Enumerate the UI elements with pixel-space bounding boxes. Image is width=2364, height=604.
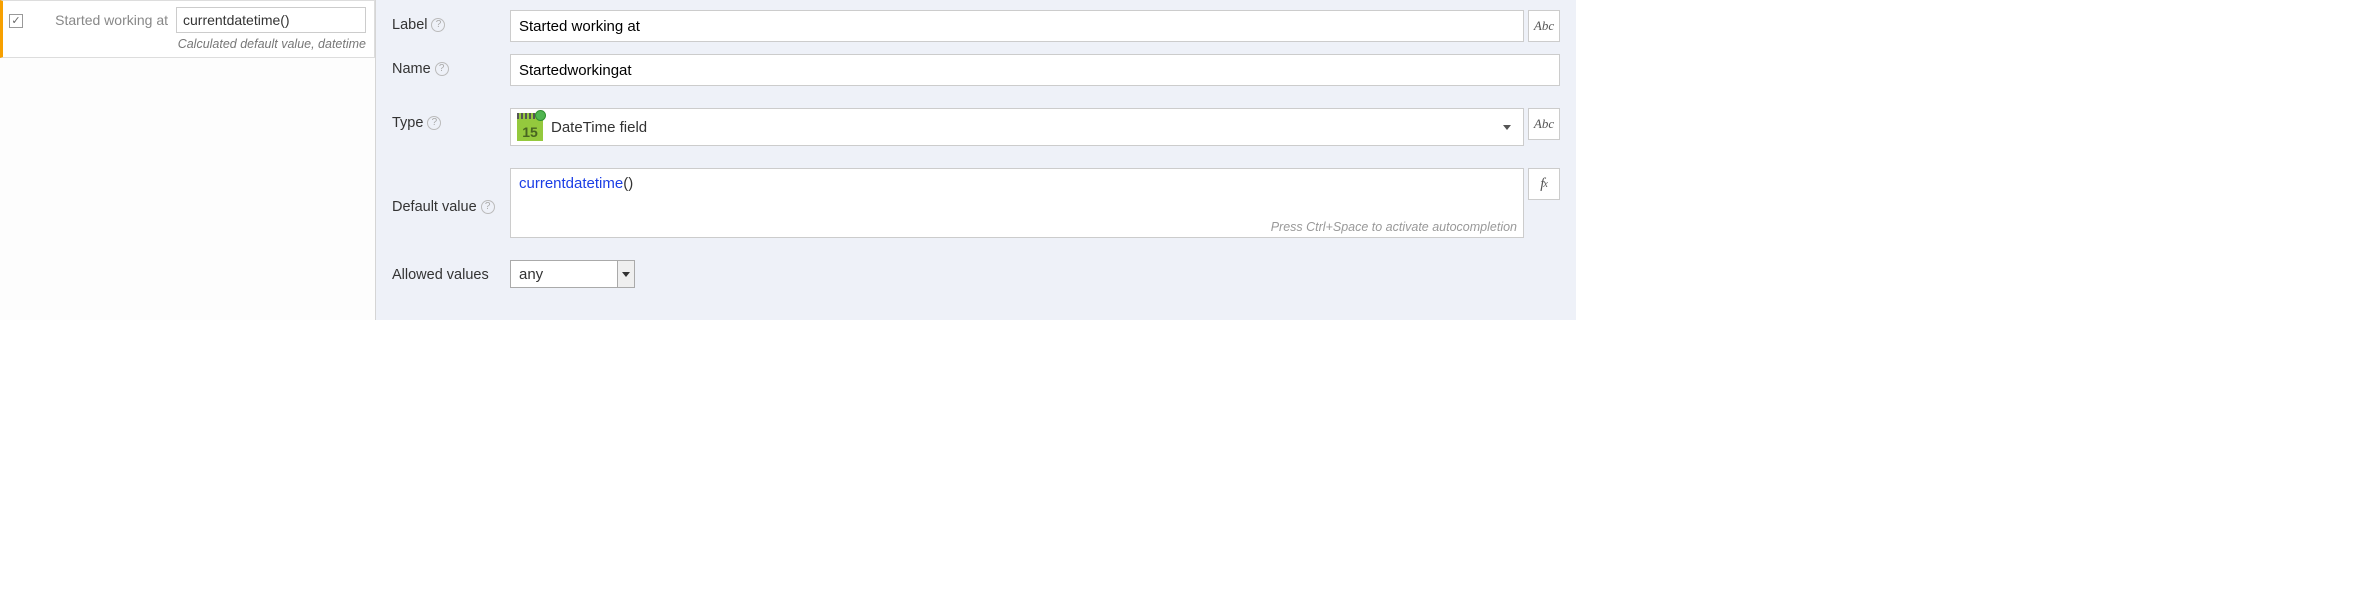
caption-text: Type	[392, 115, 423, 131]
prop-caption-default: Default value ?	[392, 168, 510, 238]
caption-text: Default value	[392, 199, 477, 215]
expression-parens: ()	[623, 175, 633, 192]
name-input[interactable]	[510, 54, 1560, 86]
default-value-editor[interactable]: currentdatetime() Press Ctrl+Space to ac…	[510, 168, 1524, 238]
chevron-down-icon	[617, 261, 634, 287]
label-input-wrap: Abc	[510, 10, 1560, 42]
caption-text: Label	[392, 17, 427, 33]
left-panel: Started working at currentdatetime() Cal…	[0, 0, 375, 320]
help-icon[interactable]: ?	[431, 18, 445, 32]
name-input-wrap	[510, 54, 1560, 86]
field-enabled-checkbox[interactable]	[9, 14, 23, 28]
clock-badge-icon	[535, 110, 546, 121]
help-icon[interactable]: ?	[427, 116, 441, 130]
field-value-input[interactable]: currentdatetime()	[176, 7, 366, 33]
type-value-text: DateTime field	[551, 119, 647, 136]
allowed-value-text: any	[519, 266, 543, 283]
app-container: Started working at currentdatetime() Cal…	[0, 0, 1576, 320]
allowed-values-select[interactable]: any	[510, 260, 635, 288]
caption-text: Allowed values	[392, 267, 489, 283]
type-input-wrap: 15 DateTime field Abc	[510, 108, 1560, 146]
prop-caption-label: Label ?	[392, 10, 510, 33]
prop-row-name: Name ?	[392, 54, 1560, 86]
autocomplete-hint: Press Ctrl+Space to activate autocomplet…	[1271, 220, 1517, 234]
prop-row-default: Default value ? currentdatetime() Press …	[392, 168, 1560, 238]
prop-row-allowed: Allowed values any	[392, 260, 1560, 288]
prop-caption-allowed: Allowed values	[392, 260, 510, 283]
help-icon[interactable]: ?	[481, 200, 495, 214]
calendar-icon: 15	[517, 113, 543, 141]
expression-function: currentdatetime	[519, 175, 623, 192]
field-label-text: Started working at	[55, 12, 168, 28]
type-select[interactable]: 15 DateTime field	[510, 108, 1524, 146]
default-input-wrap: currentdatetime() Press Ctrl+Space to ac…	[510, 168, 1560, 238]
caption-text: Name	[392, 61, 431, 77]
abc-button[interactable]: Abc	[1528, 108, 1560, 140]
label-input[interactable]	[510, 10, 1524, 42]
properties-panel: Label ? Abc Name ? Type ?	[375, 0, 1576, 320]
allowed-input-wrap: any	[510, 260, 1560, 288]
fx-button[interactable]: fx	[1528, 168, 1560, 200]
prop-row-label: Label ? Abc	[392, 10, 1560, 42]
field-row-top: Started working at currentdatetime()	[7, 7, 366, 33]
prop-row-type: Type ? 15 DateTime field Abc	[392, 108, 1560, 146]
calendar-day: 15	[517, 124, 543, 140]
field-subtext: Calculated default value, datetime	[7, 37, 366, 51]
prop-caption-type: Type ?	[392, 108, 510, 131]
abc-button[interactable]: Abc	[1528, 10, 1560, 42]
help-icon[interactable]: ?	[435, 62, 449, 76]
field-definition-row[interactable]: Started working at currentdatetime() Cal…	[0, 0, 375, 58]
chevron-down-icon	[1503, 125, 1511, 130]
prop-caption-name: Name ?	[392, 54, 510, 77]
